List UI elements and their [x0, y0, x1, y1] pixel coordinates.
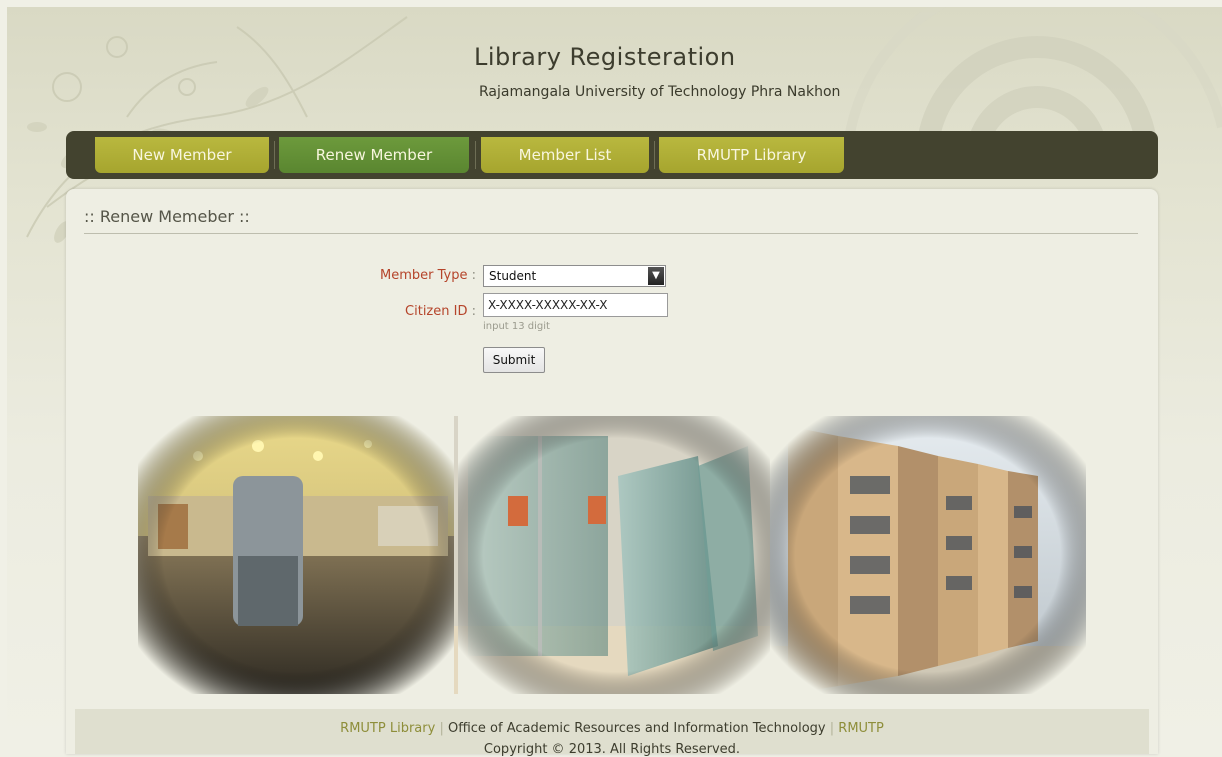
citizen-id-label: Citizen ID: [405, 304, 468, 319]
chevron-down-icon: ▼: [648, 267, 664, 285]
member-type-value: Student: [489, 269, 537, 283]
nav-separator: [475, 141, 476, 169]
content-panel: :: Renew Memeber :: Member Type : Studen…: [66, 189, 1158, 757]
footer-rmutp-link[interactable]: RMUTP: [838, 721, 884, 736]
footer-links: RMUTP Library | Office of Academic Resou…: [75, 721, 1149, 736]
member-type-label: Member Type: [380, 268, 468, 283]
nav-separator: [274, 141, 275, 169]
nav-renew-member[interactable]: Renew Member: [279, 137, 469, 173]
section-divider: [84, 233, 1138, 234]
citizen-id-input[interactable]: [483, 293, 668, 317]
footer-library-link[interactable]: RMUTP Library: [340, 721, 435, 736]
nav-rmutp-library[interactable]: RMUTP Library: [659, 137, 844, 173]
nav-new-member[interactable]: New Member: [95, 137, 269, 173]
footer-separator: |: [439, 721, 444, 736]
label-colon: :: [471, 268, 476, 283]
member-type-select[interactable]: Student ▼: [483, 265, 666, 287]
library-entrance-photo: [454, 416, 774, 694]
main-nav: New Member Renew Member Member List RMUT…: [66, 131, 1158, 179]
citizen-id-label-row: Citizen ID :: [316, 304, 476, 319]
arc-ornament-right: [842, 7, 1222, 147]
section-title: :: Renew Memeber ::: [84, 207, 250, 226]
nav-separator: [654, 141, 655, 169]
page-title: Library Registeration: [474, 43, 736, 71]
footer-copyright: Copyright © 2013. All Rights Reserved.: [483, 742, 741, 757]
footer-separator: |: [829, 721, 835, 736]
library-photo-strip: [138, 416, 1086, 694]
footer-office-text: Office of Academic Resources and Informa…: [447, 721, 826, 736]
library-lobby-photo: [138, 416, 454, 694]
library-bookshelves-photo: [770, 416, 1086, 694]
citizen-id-hint: input 13 digit: [483, 321, 550, 332]
nav-member-list[interactable]: Member List: [481, 137, 649, 173]
submit-button[interactable]: Submit: [483, 347, 545, 373]
label-colon: :: [471, 304, 476, 319]
footer: RMUTP Library | Office of Academic Resou…: [75, 709, 1149, 757]
member-type-label-row: Member Type :: [316, 268, 476, 283]
page-subtitle: Rajamangala University of Technology Phr…: [479, 84, 841, 100]
